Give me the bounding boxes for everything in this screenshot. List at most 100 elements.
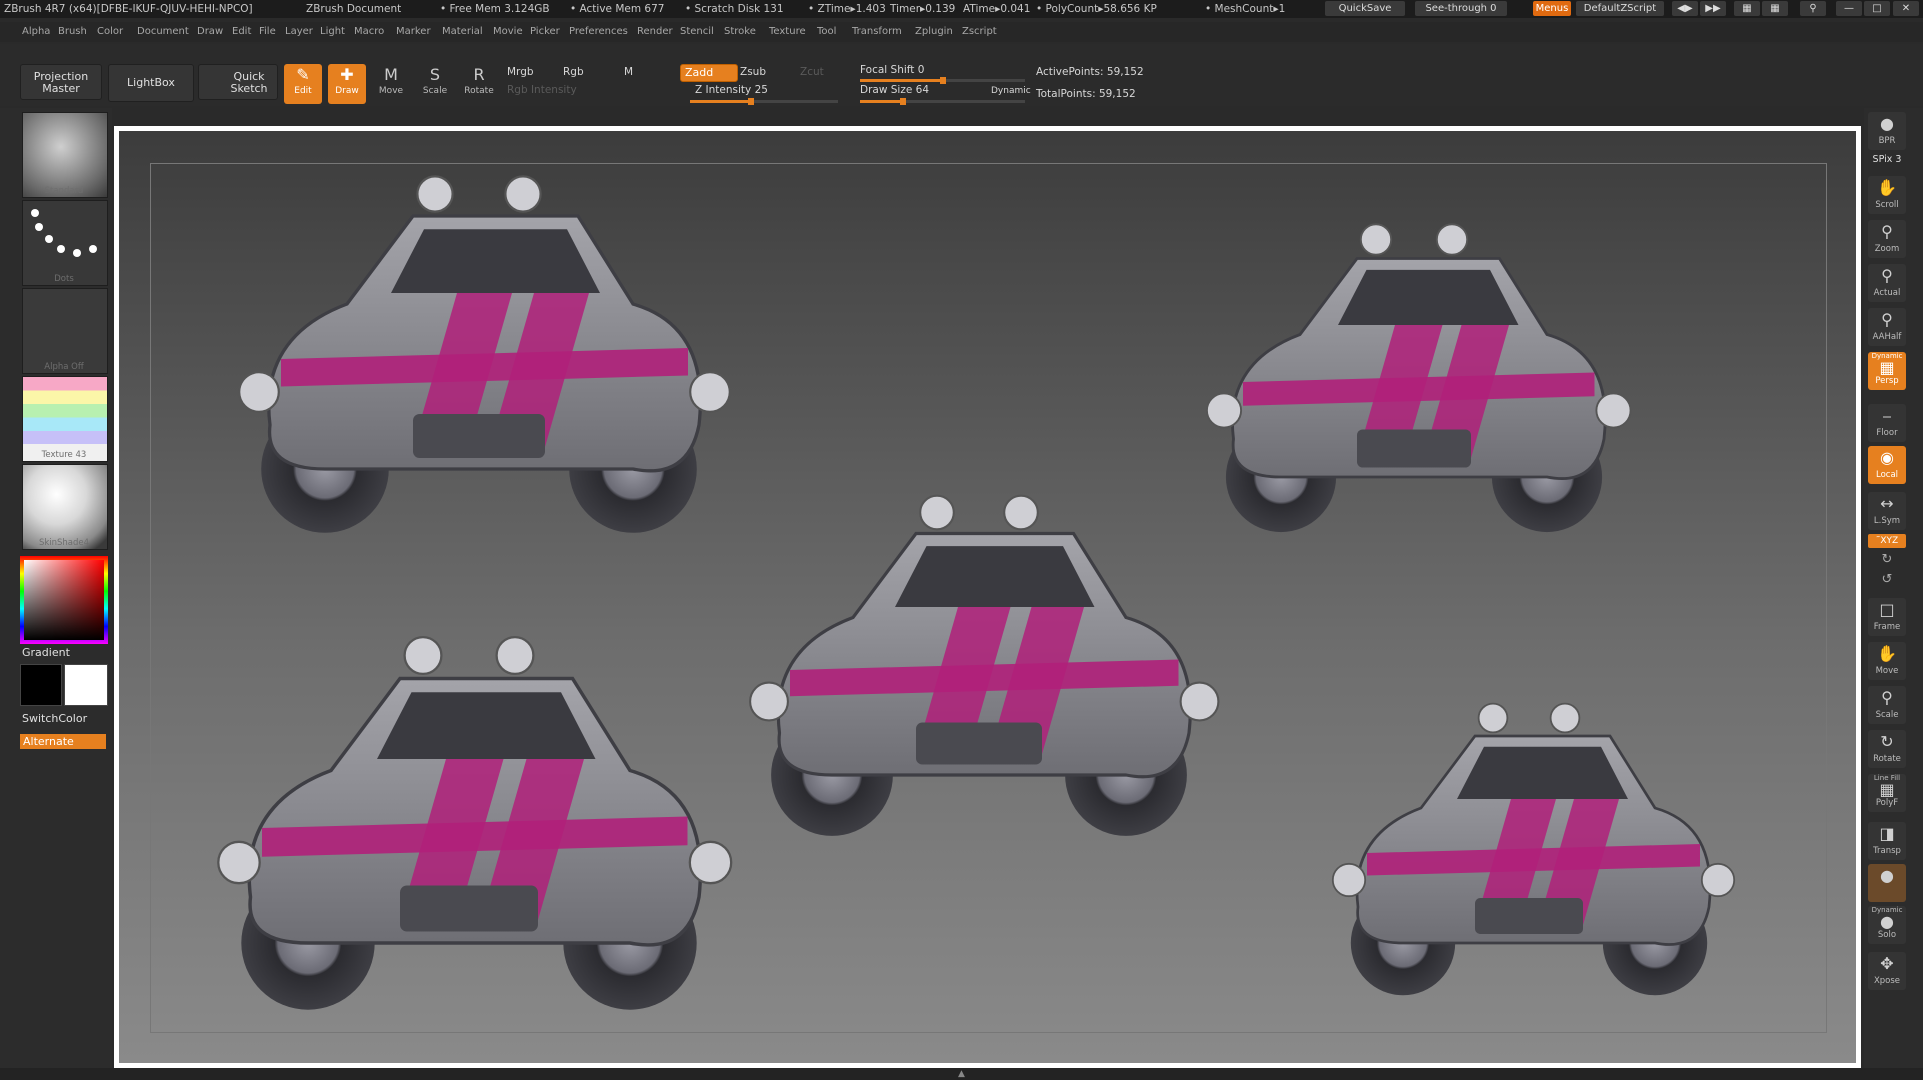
menu-texture[interactable]: Texture [769,22,806,42]
menu-color[interactable]: Color [97,22,123,42]
move-button[interactable]: M Move [372,64,410,104]
scratch-disk: • Scratch Disk 131 [685,3,784,15]
edit-label: Edit [294,86,312,96]
rotate-view-button[interactable]: ↻ Rotate [1868,730,1906,768]
frame-icon: □ [1879,600,1895,619]
bpr-button[interactable]: ● BPR [1868,112,1906,150]
dynamic-toggle[interactable]: Dynamic [991,86,1031,96]
alternate-button[interactable]: Alternate [20,734,106,749]
menu-material[interactable]: Material [442,22,483,42]
zcut-button[interactable]: Zcut [800,66,824,78]
z-intensity-track[interactable] [690,98,838,105]
menu-file[interactable]: File [259,22,276,42]
solo-button[interactable]: Dynamic ● Solo [1868,906,1906,944]
menu-picker[interactable]: Picker [530,22,560,42]
menu-zplugin[interactable]: Zplugin [915,22,953,42]
rotate-y-icon[interactable]: ↻ [1868,552,1906,567]
menu-render[interactable]: Render [637,22,673,42]
jeep-view-center [748,494,1220,851]
menu-document[interactable]: Document [137,22,189,42]
layout-right-icon[interactable]: ▶▶ [1700,1,1726,16]
focal-shift-slider[interactable]: Focal Shift 0 [860,64,924,76]
menus-button[interactable]: Menus [1533,1,1571,16]
active-points: ActivePoints: 59,152 [1036,66,1144,78]
menu-draw[interactable]: Draw [197,22,223,42]
m-button[interactable]: M [624,66,633,78]
mrgb-button[interactable]: Mrgb [507,66,534,78]
secondary-color-swatch[interactable] [20,664,62,706]
persp-button[interactable]: Dynamic ▦ Persp [1868,352,1906,390]
focal-shift-track[interactable] [860,77,1025,84]
switchcolor-button[interactable]: SwitchColor [22,712,87,725]
projection-master-button[interactable]: Projection Master [20,64,102,100]
menu-layer[interactable]: Layer [285,22,313,42]
menu-alpha[interactable]: Alpha [22,22,50,42]
aahalf-button[interactable]: ⚲ AAHalf [1868,308,1906,346]
lightbox-button[interactable]: LightBox [108,64,194,102]
see-through-slider[interactable]: See-through 0 [1415,1,1507,16]
draw-size-track[interactable] [860,98,1025,105]
frame-button[interactable]: □ Frame [1868,598,1906,636]
z-intensity-slider[interactable]: Z Intensity 25 [695,84,768,96]
rgb-intensity-slider[interactable]: Rgb Intensity [507,84,577,96]
lock-icon[interactable]: ⚲ [1800,1,1826,16]
draw-button[interactable]: ✚ Draw [328,64,366,104]
rotate-z-icon[interactable]: ↺ [1868,572,1906,587]
menu-stroke[interactable]: Stroke [724,22,756,42]
floor-button[interactable]: ⎯ Floor [1868,404,1906,442]
scale-button[interactable]: S Scale [416,64,454,104]
menu-edit[interactable]: Edit [232,22,251,42]
local-button[interactable]: ◉ Local [1868,446,1906,484]
move-view-button[interactable]: ✋ Move [1868,642,1906,680]
polyf-button[interactable]: Line Fill ▦ PolyF [1868,774,1906,812]
spix-slider[interactable]: SPix 3 [1868,154,1906,165]
maximize-icon[interactable]: □ [1864,1,1890,16]
close-icon[interactable]: ✕ [1893,1,1919,16]
menu-preferences[interactable]: Preferences [569,22,628,42]
ghost-button[interactable]: ● [1868,864,1906,902]
layout-left-icon[interactable]: ◀▶ [1672,1,1698,16]
dots-stroke-icon [31,209,97,257]
edit-button[interactable]: ✎ Edit [284,64,322,104]
tile2-icon[interactable]: ▦ [1762,1,1788,16]
transp-button[interactable]: ◨ Transp [1868,822,1906,860]
texture-label: Texture 43 [41,450,87,460]
tile-icon[interactable]: ▦ [1734,1,1760,16]
scroll-button[interactable]: ✋ Scroll [1868,176,1906,214]
rotate-button[interactable]: R Rotate [460,64,498,104]
quicksave-button[interactable]: QuickSave [1325,1,1405,16]
lsym-button[interactable]: ↔ L.Sym [1868,492,1906,530]
jeep-view-bottomright [1331,702,1736,1008]
gradient-label[interactable]: Gradient [22,646,70,659]
scale-icon: S [429,65,441,84]
xpose-button[interactable]: ✥ Xpose [1868,952,1906,990]
scale-view-button[interactable]: ⚲ Scale [1868,686,1906,724]
expand-bottom-icon[interactable]: ▲ [958,1069,968,1079]
menu-movie[interactable]: Movie [493,22,523,42]
minimize-icon[interactable]: — [1836,1,1862,16]
symmetry-icon: ↔ [1880,494,1894,513]
xyz-button[interactable]: ˜XYZ [1868,534,1906,548]
active-mem: • Active Mem 677 [570,3,665,15]
menu-brush[interactable]: Brush [58,22,87,42]
default-zscript-button[interactable]: DefaultZScript [1576,1,1664,16]
actual-button[interactable]: ⚲ Actual [1868,264,1906,302]
zadd-button[interactable]: Zadd [680,64,738,82]
menu-transform[interactable]: Transform [852,22,902,42]
canvas-viewport[interactable] [119,131,1856,1063]
zsub-button[interactable]: Zsub [740,66,766,78]
menu-tool[interactable]: Tool [817,22,836,42]
menu-stencil[interactable]: Stencil [680,22,714,42]
draw-size-slider[interactable]: Draw Size 64 [860,84,929,96]
menu-light[interactable]: Light [320,22,345,42]
color-picker[interactable] [20,556,108,644]
menu-zscript[interactable]: Zscript [962,22,997,42]
rgb-button[interactable]: Rgb [563,66,584,78]
quick-sketch-button[interactable]: Quick Sketch [198,64,278,100]
jeep-view-topright [1205,222,1633,545]
menu-macro[interactable]: Macro [354,22,384,42]
menu-marker[interactable]: Marker [396,22,431,42]
local-label: Local [1875,470,1899,480]
zoom-button[interactable]: ⚲ Zoom [1868,220,1906,258]
primary-color-swatch[interactable] [64,664,108,706]
